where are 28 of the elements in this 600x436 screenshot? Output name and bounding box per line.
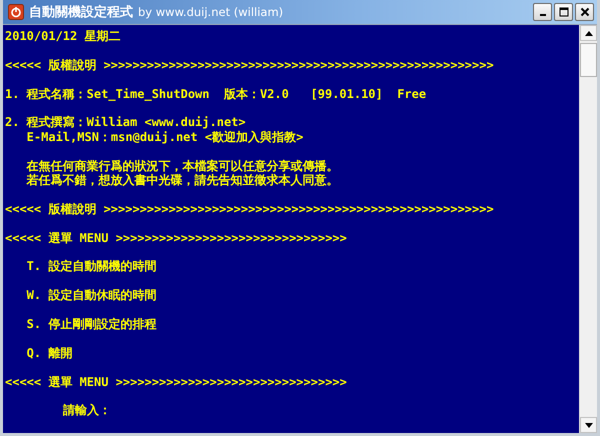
scroll-up-icon[interactable]	[580, 25, 597, 41]
console-line: T. 設定自動關機的時間	[26, 259, 158, 274]
power-icon	[8, 4, 24, 20]
console-line: <<<<< 選單 MENU >>>>>>>>>>>>>>>>>>>>>>>>>>>>>>>>	[5, 374, 348, 389]
console-line: 請輸入：	[62, 403, 112, 418]
console-line: <<<<< 版權說明 >>>>>>>>>>>>>>>>>>>>>>>>>>>>>>>>>>>>>>>>>>>>>>>>>>>>>>	[5, 58, 495, 72]
console-line: <<<<< 選單 MENU >>>>>>>>>>>>>>>>>>>>>>>>>>>>>>>>	[5, 230, 348, 245]
scrollbar[interactable]	[579, 25, 597, 433]
scroll-down-icon[interactable]	[580, 417, 597, 433]
maximize-icon	[558, 7, 568, 17]
close-icon	[580, 7, 590, 17]
console-line: S. 停止剛剛設定的排程	[26, 316, 158, 332]
console-line: 若任爲不錯，想放入書中光碟，請先告知並徵求本人同意。	[25, 173, 340, 188]
window-subtitle: by www.duij.net (william)	[138, 5, 284, 19]
window-title: 自動關機設定程式	[29, 4, 133, 21]
console-line: E-Mail,MSN：msn@duij.net <歡迎加入與指教>	[26, 130, 304, 144]
minimize-icon	[540, 14, 546, 16]
minimize-button[interactable]	[533, 3, 552, 21]
console-line: W. 設定自動休眠的時間	[26, 288, 158, 303]
console-line: 1. 程式名稱：Set_Time_ShutDown 版本：V2.0 [99.01.10] Free	[5, 86, 428, 101]
console-line: <<<<< 版權說明 >>>>>>>>>>>>>>>>>>>>>>>>>>>>>>>>>>>>>>>>>>>>>>>>>>>>>>	[5, 202, 495, 216]
console-line: 2010/01/12 星期二	[5, 29, 122, 44]
console-line: Q. 離開	[26, 346, 74, 360]
scroll-thumb[interactable]	[580, 43, 597, 77]
console-line: 2. 程式撰寫：William <www.duij.net>	[5, 115, 247, 130]
maximize-button[interactable]	[554, 3, 573, 21]
close-button[interactable]	[575, 3, 594, 21]
console-line: 在無任何商業行爲的狀況下，本檔案可以任意分享或傳播。	[25, 158, 340, 173]
